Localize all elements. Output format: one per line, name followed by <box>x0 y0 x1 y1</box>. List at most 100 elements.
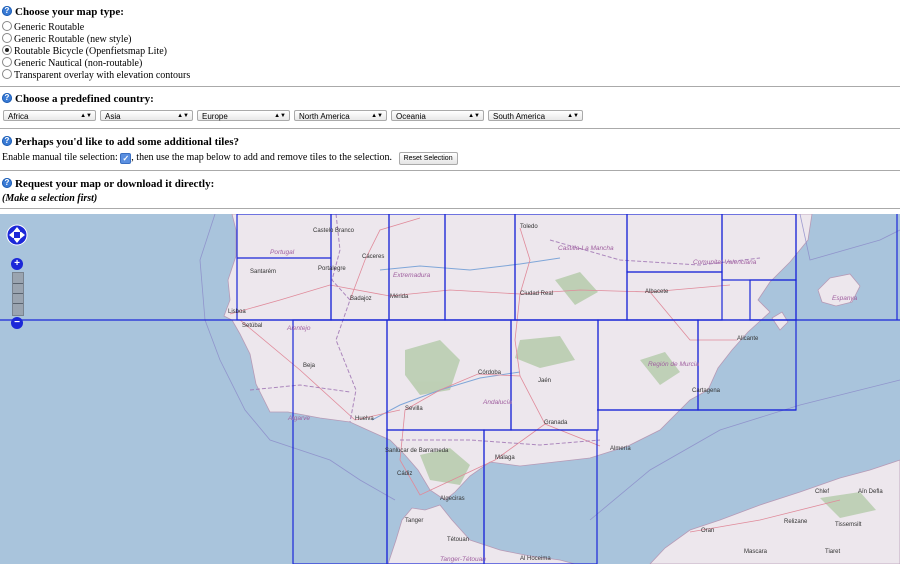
divider <box>0 128 900 129</box>
radio-label: Generic Routable <box>14 22 85 33</box>
manual-tile-checkbox[interactable]: ✓ <box>120 153 132 164</box>
radio-button-selected[interactable] <box>2 45 12 55</box>
radio-label: Routable Bicycle (Openfietsmap Lite) <box>14 46 168 57</box>
help-icon[interactable]: ? <box>2 93 12 103</box>
country-section: ? Choose a predefined country: <box>2 93 154 105</box>
radio-generic-routable[interactable]: Generic Routable <box>2 21 84 33</box>
place-label: Sanlúcar de Barrameda <box>385 448 449 454</box>
request-status: (Make a selection first) <box>2 193 98 204</box>
place-label: Jaén <box>538 378 551 384</box>
radio-generic-nautical[interactable]: Generic Nautical (non-routable) <box>2 57 142 69</box>
tile-selection-hint: , then use the map below to add and remo… <box>131 152 393 163</box>
select-europe[interactable]: Europe ▲▼ <box>197 110 290 121</box>
place-label: Relizane <box>784 519 808 525</box>
select-arrow-icon: ▲▼ <box>567 113 579 119</box>
radio-button[interactable] <box>2 21 12 31</box>
place-label: Mascara <box>744 549 768 555</box>
select-arrow-icon: ▲▼ <box>274 113 286 119</box>
place-label: Tiaret <box>825 549 840 555</box>
place-label: Santarém <box>250 269 276 275</box>
place-label: Beja <box>303 363 316 369</box>
country-title: Choose a predefined country: <box>15 93 154 105</box>
radio-label: Generic Routable (new style) <box>14 34 132 45</box>
select-north-america[interactable]: North America ▲▼ <box>294 110 387 121</box>
select-south-america[interactable]: South America ▲▼ <box>488 110 583 121</box>
place-label: Tanger <box>405 518 423 524</box>
place-label: Lisboa <box>228 309 246 315</box>
select-africa[interactable]: Africa ▲▼ <box>3 110 96 121</box>
place-label: Huelva <box>355 416 374 422</box>
place-label: Tétouan <box>447 537 469 543</box>
place-label: Cáceres <box>362 254 384 260</box>
zoom-in-button[interactable]: + <box>11 258 23 270</box>
tiles-title: Perhaps you'd like to add some additiona… <box>15 136 240 148</box>
map-type-section: ? Choose your map type: <box>2 6 124 18</box>
place-label: Ciudad Real <box>520 291 553 297</box>
select-oceania[interactable]: Oceania ▲▼ <box>391 110 484 121</box>
radio-button[interactable] <box>2 57 12 67</box>
help-icon[interactable]: ? <box>2 178 12 188</box>
tile-selection-label: Enable manual tile selection: <box>2 152 118 163</box>
select-value: North America <box>299 112 350 121</box>
place-label: Cartagena <box>692 388 721 394</box>
place-label: Alicante <box>737 336 759 342</box>
place-label: Albacete <box>645 289 669 295</box>
select-asia[interactable]: Asia ▲▼ <box>100 110 193 121</box>
place-label: Aïn Defla <box>858 489 883 495</box>
place-label: Portalegre <box>318 266 346 272</box>
pan-control[interactable] <box>6 224 28 246</box>
place-label: Málaga <box>495 455 515 461</box>
tiles-section: ? Perhaps you'd like to add some addition… <box>2 136 239 148</box>
map-type-title: Choose your map type: <box>15 6 124 18</box>
place-label: Tanger-Tétouan <box>440 556 486 563</box>
zoom-out-button[interactable]: − <box>11 317 23 329</box>
divider <box>0 170 900 171</box>
radio-label: Generic Nautical (non-routable) <box>14 58 143 69</box>
radio-transparent-overlay[interactable]: Transparent overlay with elevation conto… <box>2 69 190 81</box>
place-label: Cádiz <box>397 471 412 477</box>
place-label: Almería <box>610 446 631 452</box>
place-label: Toledo <box>520 224 538 230</box>
place-label: Castilla-La Mancha <box>558 245 614 252</box>
select-arrow-icon: ▲▼ <box>177 113 189 119</box>
help-icon[interactable]: ? <box>2 6 12 16</box>
radio-label: Transparent overlay with elevation conto… <box>14 70 191 81</box>
select-arrow-icon: ▲▼ <box>468 113 480 119</box>
select-value: South America <box>493 112 546 121</box>
place-label: Chlef <box>815 489 829 495</box>
select-value: Africa <box>8 112 29 121</box>
radio-generic-routable-new[interactable]: Generic Routable (new style) <box>2 33 131 45</box>
place-label: Extremadura <box>393 272 431 279</box>
tile-map[interactable]: Castelo Branco Portugal Cáceres Toledo Casti… <box>0 214 900 564</box>
divider <box>0 208 900 209</box>
radio-button[interactable] <box>2 69 12 79</box>
divider <box>0 86 900 87</box>
select-arrow-icon: ▲▼ <box>371 113 383 119</box>
select-value: Asia <box>105 112 121 121</box>
place-label: Algarve <box>287 415 310 422</box>
tile-selection-row: Enable manual tile selection: ✓, then us… <box>2 152 458 165</box>
place-label: Córdoba <box>478 370 502 376</box>
place-label: Al Hoceima <box>520 556 551 562</box>
select-value: Europe <box>202 112 228 121</box>
place-label: Granada <box>544 420 568 426</box>
place-label: Tissemsilt <box>835 522 862 528</box>
place-label: Setúbal <box>242 323 262 329</box>
radio-routable-bicycle[interactable]: Routable Bicycle (Openfietsmap Lite) <box>2 45 167 57</box>
place-label: Portugal <box>270 249 295 256</box>
radio-button[interactable] <box>2 33 12 43</box>
place-label: Espanya <box>832 295 858 302</box>
place-label: Sevilla <box>405 406 423 412</box>
place-label: Algeciras <box>440 496 465 502</box>
select-value: Oceania <box>396 112 426 121</box>
place-label: Castelo Branco <box>313 228 355 234</box>
map-canvas[interactable]: Castelo Branco Portugal Cáceres Toledo Casti… <box>0 214 900 564</box>
place-label: Andalucía <box>482 399 512 406</box>
place-label: Alentejo <box>286 325 311 332</box>
help-icon[interactable]: ? <box>2 136 12 146</box>
place-label: Badajoz <box>350 296 372 302</box>
place-label: Comunitat Valenciana <box>693 259 757 266</box>
zoom-slider[interactable] <box>12 272 24 316</box>
request-title: Request your map or download it directly… <box>15 178 215 190</box>
reset-selection-button[interactable]: Reset Selection <box>398 152 458 165</box>
